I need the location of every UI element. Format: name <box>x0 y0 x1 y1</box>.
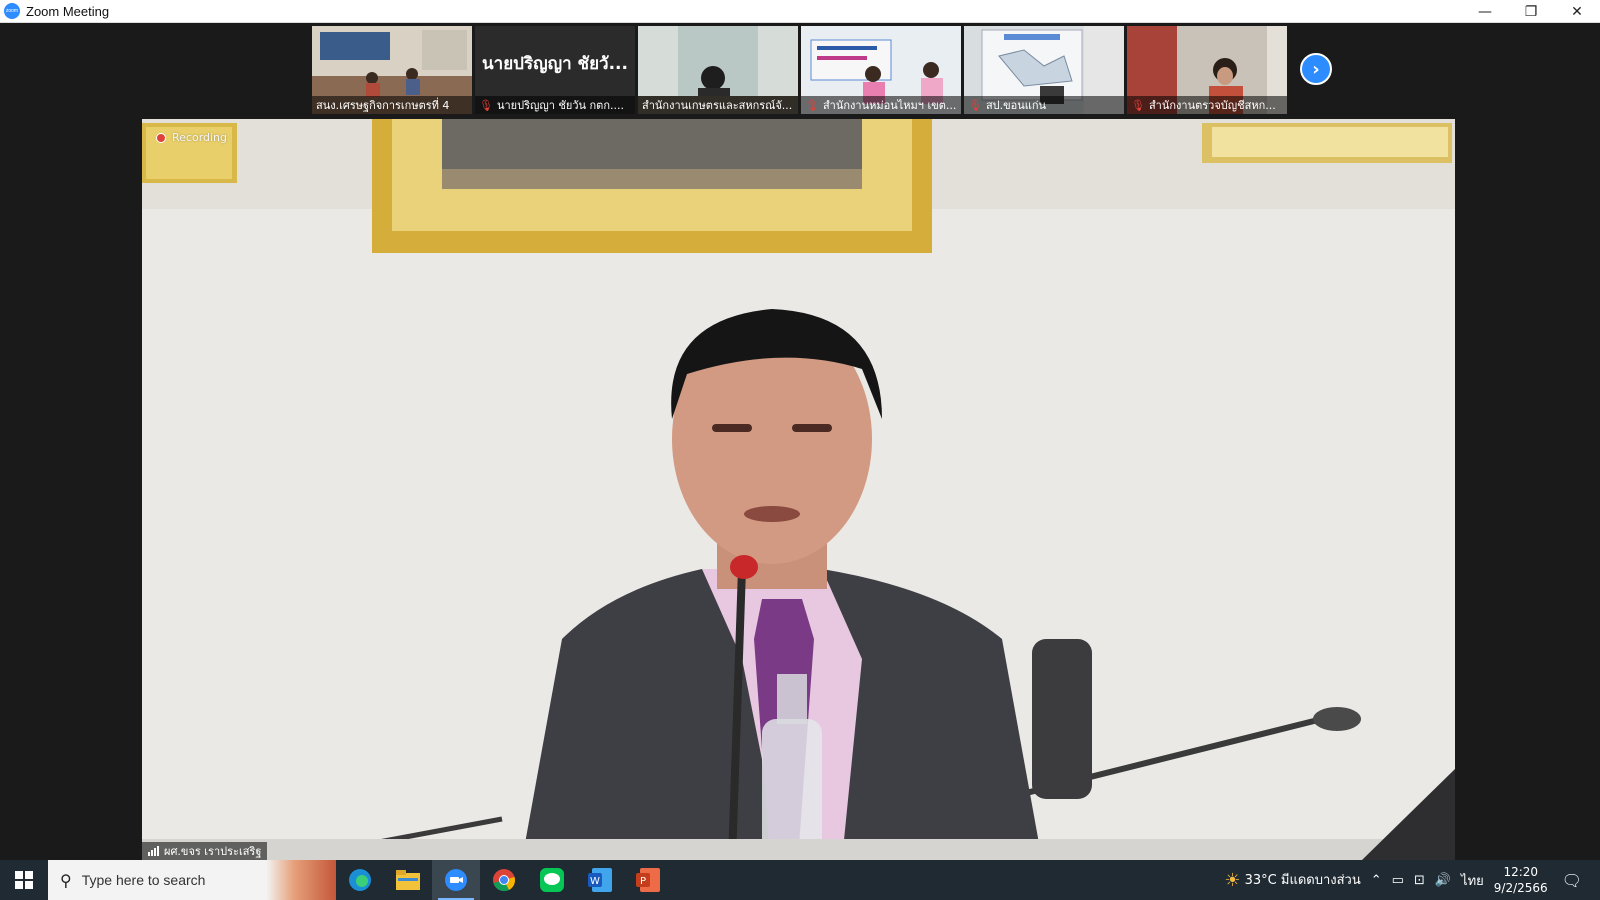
participant-name-text: สนง.เศรษฐกิจการเกษตรที่ 4 <box>316 99 450 112</box>
participant-name: สำนักงานเกษตรและสหกรณ์จั... <box>638 96 798 114</box>
line-icon <box>540 868 564 892</box>
edge-icon <box>349 869 371 891</box>
word-taskbar-button[interactable]: W <box>576 860 624 900</box>
show-hidden-icons-chevron-icon[interactable]: ⌃ <box>1371 873 1382 888</box>
participant-name: สนง.เศรษฐกิจการเกษตรที่ 4 <box>312 96 472 114</box>
clock[interactable]: 12:20 9/2/2566 <box>1494 864 1548 896</box>
minimize-button[interactable]: — <box>1462 0 1508 23</box>
restore-button[interactable]: ❐ <box>1508 0 1554 23</box>
participant-name-text: สำนักงานเกษตรและสหกรณ์จั... <box>642 99 793 112</box>
volume-icon[interactable]: 🔊 <box>1435 873 1451 888</box>
participant-name-text: สป.ขอนแก่น <box>985 99 1047 112</box>
file-explorer-icon <box>396 870 420 890</box>
taskbar-search-box[interactable]: ⚲ Type here to search <box>48 860 336 900</box>
participant-name: 🎙 นายปริญญา ชัยวัน กตก.... <box>475 96 635 114</box>
participant-thumbnail[interactable]: สนง.เศรษฐกิจการเกษตรที่ 4 <box>312 26 472 114</box>
clock-time: 12:20 <box>1503 865 1539 879</box>
speaker-name-label: ผศ.ขจร เราประเสริฐ <box>142 842 268 860</box>
participant-thumbnail[interactable]: สำนักงานเกษตรและสหกรณ์จั... <box>638 26 798 114</box>
title-bar: zoom Zoom Meeting — ❐ ✕ <box>0 0 1600 23</box>
file-explorer-taskbar-button[interactable] <box>384 860 432 900</box>
search-icon: ⚲ <box>60 870 72 890</box>
signal-strength-icon <box>148 846 159 856</box>
participant-name-text: สำนักงานหม่อนไหมฯ เขต... <box>822 99 957 112</box>
svg-text:P: P <box>640 876 646 887</box>
participant-name-display: นายปริญญา ชัยวั... <box>482 54 628 74</box>
partly-sunny-icon: ☀ <box>1224 870 1241 891</box>
participant-name: 🎙 สป.ขอนแก่น <box>964 96 1124 114</box>
search-placeholder: Type here to search <box>81 872 206 888</box>
recording-label: Recording <box>172 131 228 144</box>
zoom-app-icon: zoom <box>4 3 20 19</box>
close-button[interactable]: ✕ <box>1554 0 1600 23</box>
chrome-icon <box>493 869 515 892</box>
windows-taskbar: ⚲ Type here to search W P ☀ 33°C มีแดดบา… <box>0 860 1600 900</box>
windows-logo-icon <box>15 871 33 889</box>
window-controls: — ❐ ✕ <box>1462 0 1600 23</box>
start-button[interactable] <box>0 860 48 900</box>
participant-name-text: นายปริญญา ชัยวัน กตก.... <box>496 99 624 112</box>
muted-mic-icon: 🎙 <box>968 98 982 112</box>
participant-name-text: สำนักงานตรวจบัญชีสหก... <box>1148 99 1276 112</box>
participant-thumbnail[interactable]: 🎙 สป.ขอนแก่น <box>964 26 1124 114</box>
word-icon: W <box>588 868 612 892</box>
participant-thumbnail[interactable]: 🎙 สำนักงานหม่อนไหมฯ เขต... <box>801 26 961 114</box>
meeting-area: สนง.เศรษฐกิจการเกษตรที่ 4 นายปริญญา ชัยว… <box>0 23 1600 860</box>
participant-name: 🎙 สำนักงานหม่อนไหมฯ เขต... <box>801 96 961 114</box>
edge-taskbar-button[interactable] <box>336 860 384 900</box>
system-tray: ☀ 33°C มีแดดบางส่วน ⌃ ▭ ⊡ 🔊 ไทย 12:20 9/… <box>1224 860 1600 900</box>
powerpoint-taskbar-button[interactable]: P <box>624 860 672 900</box>
window-title: Zoom Meeting <box>26 3 110 19</box>
weather-text: 33°C มีแดดบางส่วน <box>1244 873 1361 888</box>
participant-name: 🎙 สำนักงานตรวจบัญชีสหก... <box>1127 96 1287 114</box>
chrome-taskbar-button[interactable] <box>480 860 528 900</box>
active-speaker-video[interactable]: Recording ผศ.ขจร เราประเสริฐ <box>142 119 1455 860</box>
recording-dot-icon <box>156 132 166 143</box>
participant-strip: สนง.เศรษฐกิจการเกษตรที่ 4 นายปริญญา ชัยว… <box>312 26 1287 114</box>
participant-thumbnail[interactable]: นายปริญญา ชัยวั... 🎙 นายปริญญา ชัยวัน กตก… <box>475 26 635 114</box>
line-taskbar-button[interactable] <box>528 860 576 900</box>
recording-indicator: Recording <box>156 131 227 144</box>
svg-text:W: W <box>590 876 600 887</box>
meet-now-icon[interactable]: ▭ <box>1392 873 1404 888</box>
speaker-video-frame <box>142 119 1455 860</box>
muted-mic-icon: 🎙 <box>1131 98 1145 112</box>
network-icon[interactable]: ⊡ <box>1414 873 1425 888</box>
muted-mic-icon: 🎙 <box>805 98 819 112</box>
muted-mic-icon: 🎙 <box>479 98 493 112</box>
zoom-taskbar-button[interactable] <box>432 860 480 900</box>
input-language-indicator[interactable]: ไทย <box>1461 870 1484 891</box>
next-page-button[interactable]: › <box>1300 53 1332 85</box>
zoom-icon <box>445 869 467 891</box>
weather-widget[interactable]: ☀ 33°C มีแดดบางส่วน <box>1224 869 1360 891</box>
chevron-right-icon: › <box>1312 58 1320 80</box>
speaker-name: ผศ.ขจร เราประเสริฐ <box>164 845 262 858</box>
notification-center-icon[interactable]: 🗨 <box>1562 871 1582 890</box>
clock-date: 9/2/2566 <box>1493 881 1548 895</box>
participant-thumbnail[interactable]: 🎙 สำนักงานตรวจบัญชีสหก... <box>1127 26 1287 114</box>
search-highlight-image <box>266 860 336 900</box>
powerpoint-icon: P <box>636 868 660 892</box>
